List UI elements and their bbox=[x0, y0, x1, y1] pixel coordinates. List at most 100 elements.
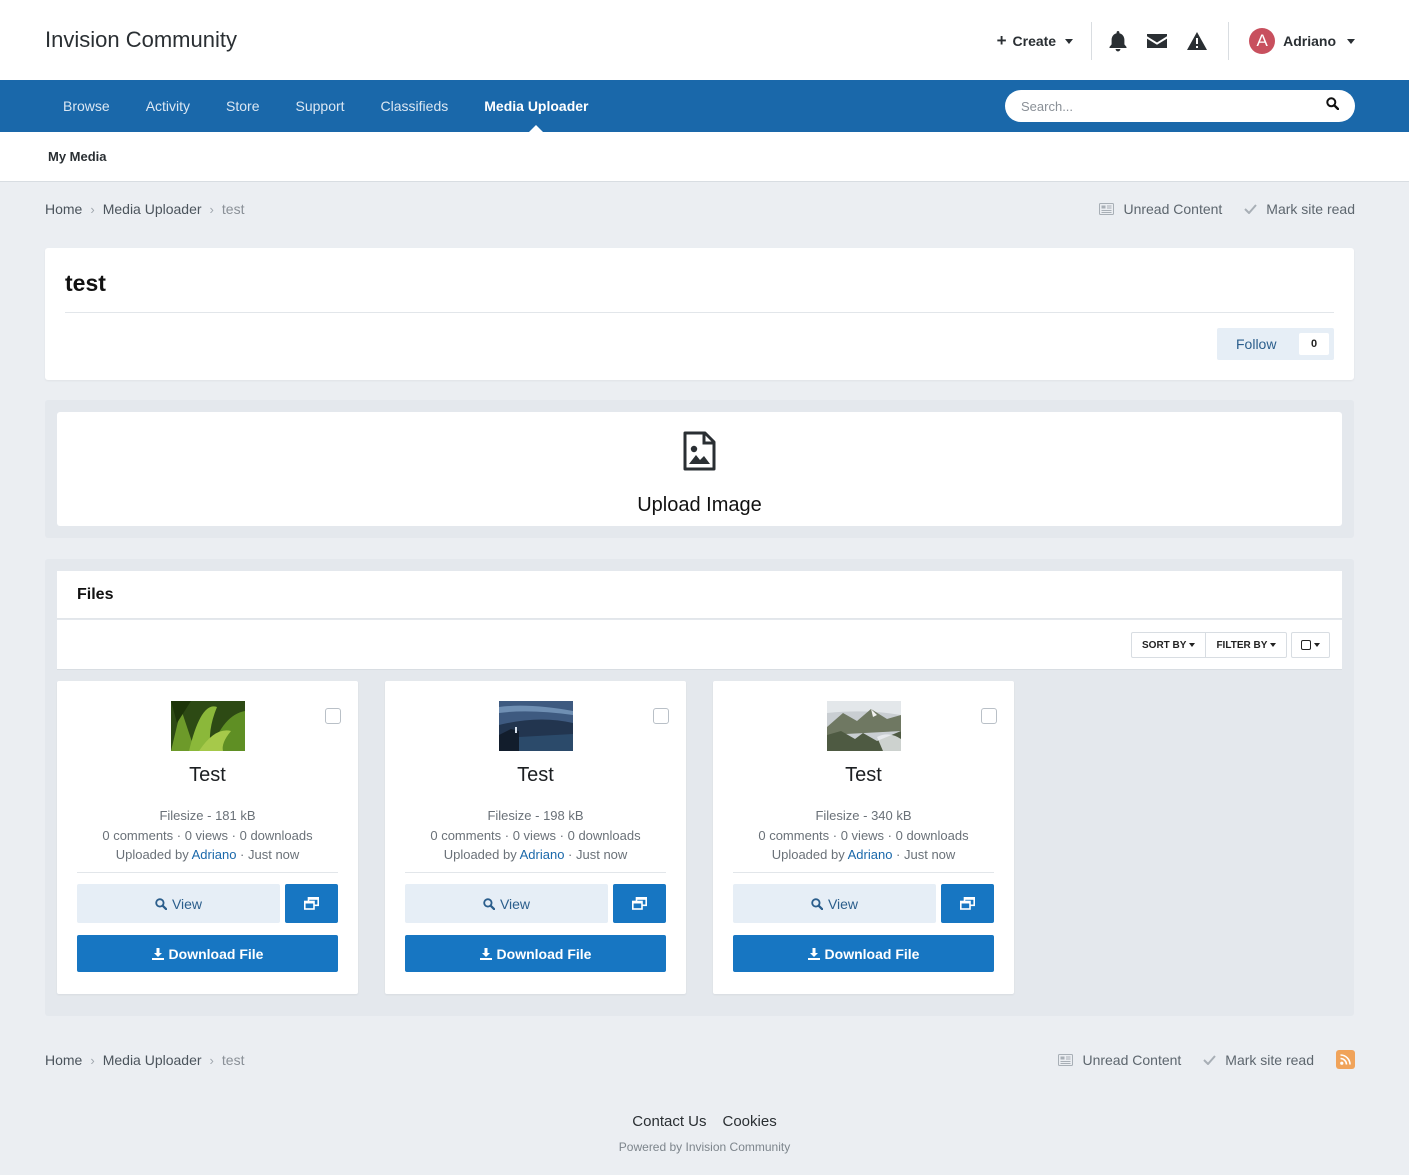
nav-item-store[interactable]: Store bbox=[208, 80, 277, 132]
download-file-button[interactable]: Download File bbox=[405, 935, 666, 972]
file-title[interactable]: Test bbox=[385, 764, 686, 787]
envelope-icon[interactable] bbox=[1146, 32, 1168, 50]
search-icon[interactable] bbox=[1326, 97, 1340, 115]
breadcrumb-actions: Unread Content Mark site read bbox=[1099, 201, 1355, 217]
search-icon bbox=[155, 897, 167, 910]
file-thumbnail[interactable] bbox=[499, 701, 573, 751]
file-uploader-line: Uploaded by Adriano · Just now bbox=[771, 847, 956, 862]
copy-icon bbox=[632, 897, 647, 910]
select-checkbox[interactable] bbox=[981, 708, 997, 724]
user-name: Adriano bbox=[1283, 33, 1336, 49]
chevron-right-icon: › bbox=[209, 1052, 214, 1068]
view-button[interactable]: View bbox=[405, 884, 608, 923]
uploader-link[interactable]: Adriano bbox=[848, 847, 893, 862]
file-stats: 0 comments · 0 views · 0 downloads bbox=[102, 828, 313, 843]
breadcrumb-actions-bottom: Unread Content Mark site read bbox=[1058, 1050, 1355, 1069]
uploader-link[interactable]: Adriano bbox=[520, 847, 565, 862]
breadcrumb-home[interactable]: Home bbox=[45, 201, 82, 217]
bell-icon[interactable] bbox=[1108, 30, 1128, 52]
nav-item-classifieds[interactable]: Classifieds bbox=[363, 80, 467, 132]
download-icon bbox=[151, 947, 164, 960]
search-icon bbox=[811, 897, 823, 910]
divider bbox=[65, 312, 1334, 313]
subnav-item-my-media[interactable]: My Media bbox=[48, 149, 107, 164]
files-section: Files SORT BY FILTER BY Test Filesize - … bbox=[45, 559, 1354, 1016]
contact-us-link[interactable]: Contact Us bbox=[632, 1113, 706, 1130]
caret-down-icon bbox=[1347, 38, 1355, 44]
view-button[interactable]: View bbox=[77, 884, 280, 923]
divider bbox=[405, 872, 666, 873]
breadcrumb-bottom: Home › Media Uploader › test bbox=[45, 1052, 244, 1068]
rss-icon[interactable] bbox=[1336, 1050, 1355, 1069]
nav-item-browse[interactable]: Browse bbox=[45, 80, 128, 132]
filter-by-button[interactable]: FILTER BY bbox=[1205, 633, 1286, 657]
file-thumbnail[interactable] bbox=[827, 701, 901, 751]
file-card: Test Filesize - 340 kB 0 comments · 0 vi… bbox=[713, 681, 1014, 994]
create-button[interactable]: + Create bbox=[997, 31, 1092, 51]
plus-icon: + bbox=[996, 31, 1007, 50]
file-thumbnail[interactable] bbox=[171, 701, 245, 751]
follow-count: 0 bbox=[1299, 333, 1329, 355]
copy-link-button[interactable] bbox=[285, 884, 338, 923]
cookies-link[interactable]: Cookies bbox=[723, 1113, 777, 1130]
newspaper-icon bbox=[1058, 1053, 1074, 1066]
select-checkbox[interactable] bbox=[653, 708, 669, 724]
divider bbox=[77, 872, 338, 873]
file-title[interactable]: Test bbox=[57, 764, 358, 787]
copy-icon bbox=[960, 897, 975, 910]
download-file-button[interactable]: Download File bbox=[77, 935, 338, 972]
mark-site-read-link[interactable]: Mark site read bbox=[1203, 1052, 1314, 1068]
view-button[interactable]: View bbox=[733, 884, 936, 923]
user-menu[interactable]: A Adriano bbox=[1229, 28, 1355, 54]
nav-item-support[interactable]: Support bbox=[278, 80, 363, 132]
primary-nav: Browse Activity Store Support Classified… bbox=[0, 80, 1409, 132]
nav-items: Browse Activity Store Support Classified… bbox=[45, 80, 607, 132]
chevron-right-icon: › bbox=[90, 1052, 95, 1068]
unread-content-link[interactable]: Unread Content bbox=[1099, 201, 1222, 217]
user-bar: + Create A Adriano bbox=[997, 22, 1355, 60]
select-checkbox[interactable] bbox=[325, 708, 341, 724]
upload-area: Upload Image bbox=[45, 400, 1354, 538]
secondary-nav: My Media bbox=[0, 132, 1409, 182]
download-icon bbox=[807, 947, 820, 960]
uploader-link[interactable]: Adriano bbox=[192, 847, 237, 862]
upload-image-button[interactable]: Upload Image bbox=[57, 412, 1342, 526]
breadcrumb-home[interactable]: Home bbox=[45, 1052, 82, 1068]
download-icon bbox=[479, 947, 492, 960]
site-header: Invision Community + Create A Adriano bbox=[0, 0, 1409, 80]
warning-icon[interactable] bbox=[1186, 31, 1208, 51]
breadcrumb-current: test bbox=[221, 1052, 245, 1068]
mark-site-read-label: Mark site read bbox=[1266, 201, 1355, 217]
files-header: Files bbox=[57, 571, 1342, 619]
file-title[interactable]: Test bbox=[713, 764, 1014, 787]
follow-button[interactable]: Follow 0 bbox=[1217, 328, 1334, 360]
file-stats: 0 comments · 0 views · 0 downloads bbox=[758, 828, 969, 843]
upload-image-label: Upload Image bbox=[637, 494, 762, 516]
nav-item-activity[interactable]: Activity bbox=[128, 80, 208, 132]
file-card: Test Filesize - 198 kB 0 comments · 0 vi… bbox=[385, 681, 686, 994]
copy-link-button[interactable] bbox=[613, 884, 666, 923]
copy-link-button[interactable] bbox=[941, 884, 994, 923]
page-title: test bbox=[65, 270, 106, 296]
chevron-right-icon: › bbox=[209, 201, 214, 217]
file-uploader-line: Uploaded by Adriano · Just now bbox=[115, 847, 300, 862]
powered-by: Powered by Invision Community bbox=[618, 1140, 791, 1154]
checkbox-icon bbox=[1301, 640, 1311, 650]
file-size: Filesize - 340 kB bbox=[815, 808, 912, 823]
nav-item-media-uploader[interactable]: Media Uploader bbox=[466, 80, 606, 132]
site-title[interactable]: Invision Community bbox=[45, 27, 237, 53]
select-all-dropdown[interactable] bbox=[1291, 632, 1330, 658]
breadcrumb-media-uploader[interactable]: Media Uploader bbox=[103, 201, 202, 217]
avatar: A bbox=[1249, 28, 1276, 54]
breadcrumb-current: test bbox=[221, 201, 245, 217]
search-icon bbox=[483, 897, 495, 910]
sort-by-button[interactable]: SORT BY bbox=[1132, 633, 1205, 657]
breadcrumb-media-uploader[interactable]: Media Uploader bbox=[103, 1052, 202, 1068]
mark-site-read-label: Mark site read bbox=[1225, 1051, 1314, 1068]
mark-site-read-link[interactable]: Mark site read bbox=[1244, 201, 1355, 217]
follow-label: Follow bbox=[1236, 336, 1277, 352]
caret-down-icon bbox=[1270, 643, 1277, 647]
unread-content-link[interactable]: Unread Content bbox=[1058, 1052, 1181, 1068]
search-input[interactable] bbox=[1021, 98, 1301, 114]
download-file-button[interactable]: Download File bbox=[733, 935, 994, 972]
